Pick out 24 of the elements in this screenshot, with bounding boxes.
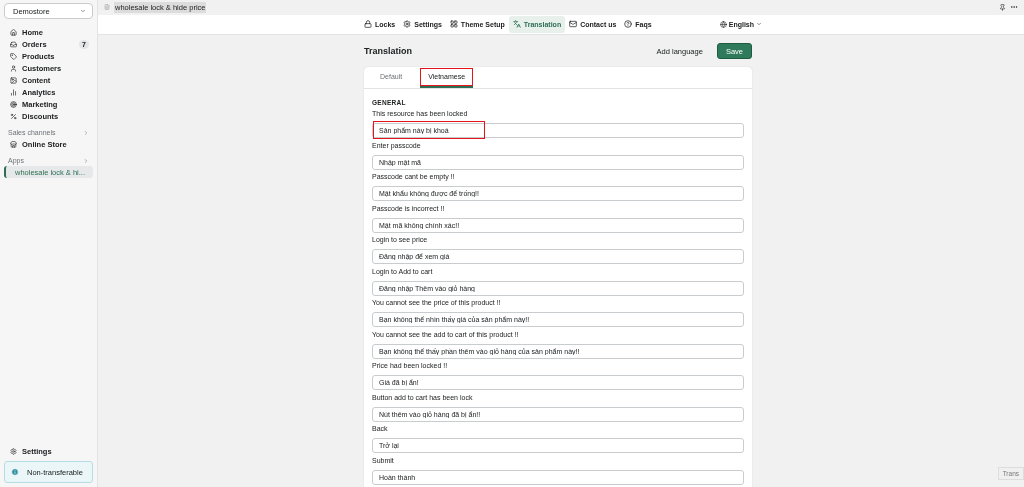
caret-icon bbox=[756, 21, 762, 28]
info-icon bbox=[11, 468, 19, 476]
image-icon bbox=[10, 76, 17, 84]
person-icon bbox=[10, 64, 17, 72]
gear-icon bbox=[10, 447, 17, 455]
inbox-icon bbox=[10, 40, 17, 48]
pin-icon[interactable] bbox=[999, 3, 1006, 11]
help-icon bbox=[624, 20, 633, 29]
translate-icon bbox=[512, 20, 521, 29]
caret-icon bbox=[80, 8, 86, 14]
page-title: Translation bbox=[364, 46, 413, 56]
mail-icon bbox=[569, 20, 578, 29]
grid-icon bbox=[449, 20, 458, 29]
target-icon bbox=[10, 100, 17, 108]
tag-icon bbox=[10, 52, 17, 60]
gear-icon bbox=[403, 20, 412, 29]
house-icon bbox=[10, 28, 17, 36]
bar-chart-icon bbox=[10, 88, 17, 96]
globe-icon bbox=[719, 20, 727, 28]
store-icon bbox=[10, 140, 17, 148]
highlight-frame bbox=[420, 68, 474, 86]
percent-icon bbox=[10, 112, 17, 120]
document-icon bbox=[104, 4, 110, 11]
lock-icon bbox=[364, 20, 372, 29]
